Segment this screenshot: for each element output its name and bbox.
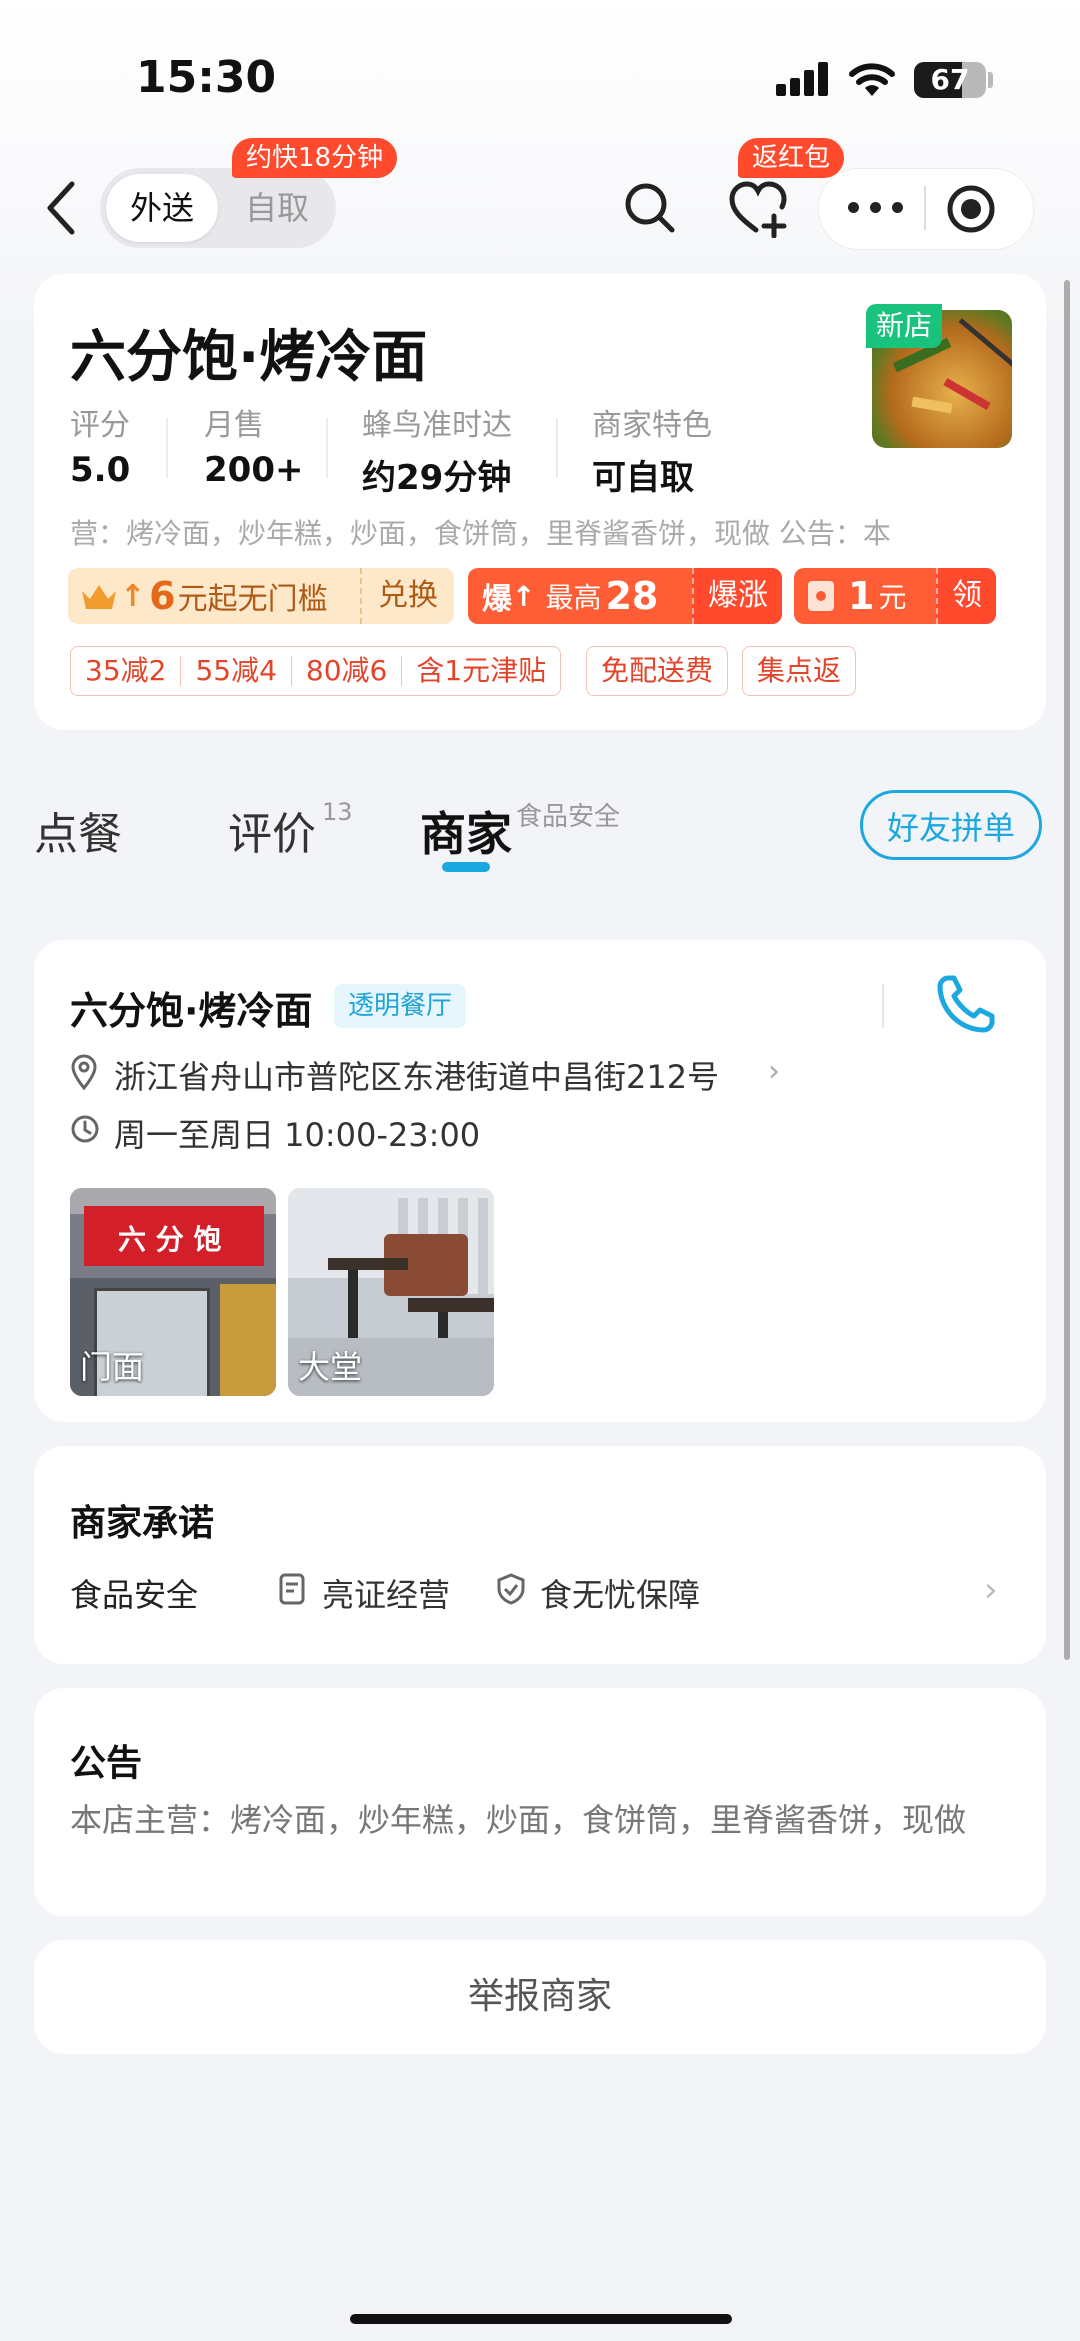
stat-divider	[326, 418, 328, 478]
store-sign-text: 六 分 饱	[118, 1223, 222, 1256]
redeem-button[interactable]: 兑换	[360, 568, 454, 624]
search-icon[interactable]	[622, 180, 678, 236]
status-time: 15:30	[136, 52, 277, 103]
faster-badge: 约快18分钟	[232, 138, 398, 178]
stat-divider	[166, 418, 168, 478]
capsule-divider	[924, 186, 926, 230]
up-arrow-icon: ↑	[120, 578, 146, 614]
delivery-tab[interactable]: 外送	[106, 174, 218, 242]
store-marquee-text: 营：烤冷面，炒年糕，炒面，食饼筒，里脊酱香饼，现做 公告：本	[70, 517, 891, 550]
transparent-kitchen-tag: 透明餐厅	[334, 984, 467, 1028]
store-name: 六分饱·烤冷面	[70, 325, 428, 390]
license-icon	[279, 1573, 305, 1605]
close-miniprogram-icon[interactable]	[946, 184, 996, 234]
commitment-label: 食品安全	[70, 1576, 199, 1614]
battery-cap	[988, 72, 993, 88]
commitment-item: 亮证经营	[322, 1576, 451, 1614]
clock-icon	[71, 1115, 99, 1143]
boost-arrow-icon: ↑	[512, 579, 536, 613]
business-hours: 周一至周日 10:00-23:00	[114, 1116, 481, 1154]
reviews-count: 13	[322, 798, 353, 826]
red-packet-badge: 返红包	[738, 138, 845, 178]
stat-divider	[556, 418, 558, 478]
stat-feature: 商家特色 可自取	[592, 408, 712, 498]
wifi-icon	[849, 63, 895, 96]
points-return-tag: 集点返	[742, 646, 857, 696]
scrollbar[interactable]	[1064, 280, 1070, 1660]
stat-delivery-time: 蜂鸟准时达 约29分钟	[362, 408, 512, 498]
tab-reviews[interactable]: 评价	[228, 798, 316, 862]
notice-title: 公告	[70, 1743, 143, 1784]
new-store-badge: 新店	[866, 304, 943, 348]
commitment-title: 商家承诺	[70, 1503, 215, 1544]
chevron-right-icon: ›	[768, 1054, 780, 1089]
contact-divider	[882, 984, 884, 1028]
commitment-item: 食无忧保障	[540, 1576, 701, 1614]
discount-tag: 55减4	[181, 656, 292, 686]
discount-tag: 35减2	[71, 656, 182, 686]
red-packet-icon	[808, 581, 834, 611]
home-indicator[interactable]	[350, 2314, 732, 2324]
phone-icon[interactable]	[934, 972, 998, 1036]
boost-coupon[interactable]: 爆 ↑ 最高 28 爆涨	[468, 568, 782, 624]
more-icon[interactable]	[848, 202, 904, 214]
chevron-right-icon: ›	[984, 1570, 998, 1610]
photo-caption: 门面	[80, 1348, 145, 1386]
free-delivery-tag: 免配送费	[586, 646, 729, 696]
boost-button[interactable]: 爆涨	[692, 568, 782, 624]
pickup-tab[interactable]: 自取	[226, 174, 328, 242]
storefront-photo[interactable]: 六 分 饱 门面	[70, 1188, 276, 1396]
favorite-add-icon[interactable]	[728, 180, 790, 238]
photo-caption: 大堂	[298, 1348, 363, 1386]
battery-level: 67	[930, 63, 970, 96]
back-icon[interactable]	[42, 180, 78, 236]
stat-rating: 评分 5.0	[70, 408, 131, 490]
tab-merchant[interactable]: 商家	[420, 798, 512, 864]
commitment-card[interactable]	[34, 1446, 1046, 1664]
merchant-food-safety-label: 食品安全	[516, 802, 621, 832]
discount-tags[interactable]: 35减2 55减4 80减6 含1元津贴	[70, 646, 562, 696]
cellular-signal-icon	[776, 62, 830, 96]
tab-order[interactable]: 点餐	[34, 798, 122, 862]
claim-button[interactable]: 领	[936, 568, 996, 624]
member-coupon[interactable]: ↑ 6 元起无门槛 兑换	[68, 568, 454, 624]
group-order-button[interactable]: 好友拼单	[860, 790, 1042, 860]
report-merchant-button[interactable]: 举报商家	[34, 1940, 1046, 2054]
battery-icon: 67	[914, 62, 986, 98]
crown-icon	[80, 581, 118, 611]
merchant-name: 六分饱·烤冷面	[70, 989, 313, 1033]
discount-tag: 含1元津贴	[416, 654, 547, 687]
stat-monthly-sales: 月售 200+	[204, 408, 304, 490]
tab-active-indicator	[442, 862, 490, 872]
location-pin-icon	[71, 1054, 97, 1090]
notice-text: 本店主营：烤冷面，炒年糕，炒面，食饼筒，里脊酱香饼，现做	[70, 1801, 967, 1839]
red-packet-coupon[interactable]: 1 元 领	[794, 568, 996, 624]
merchant-address[interactable]: 浙江省舟山市普陀区东港街道中昌街212号	[114, 1052, 719, 1098]
hall-photo[interactable]: 大堂	[288, 1188, 494, 1396]
shield-check-icon	[497, 1573, 525, 1605]
discount-tag: 80减6	[292, 656, 403, 686]
